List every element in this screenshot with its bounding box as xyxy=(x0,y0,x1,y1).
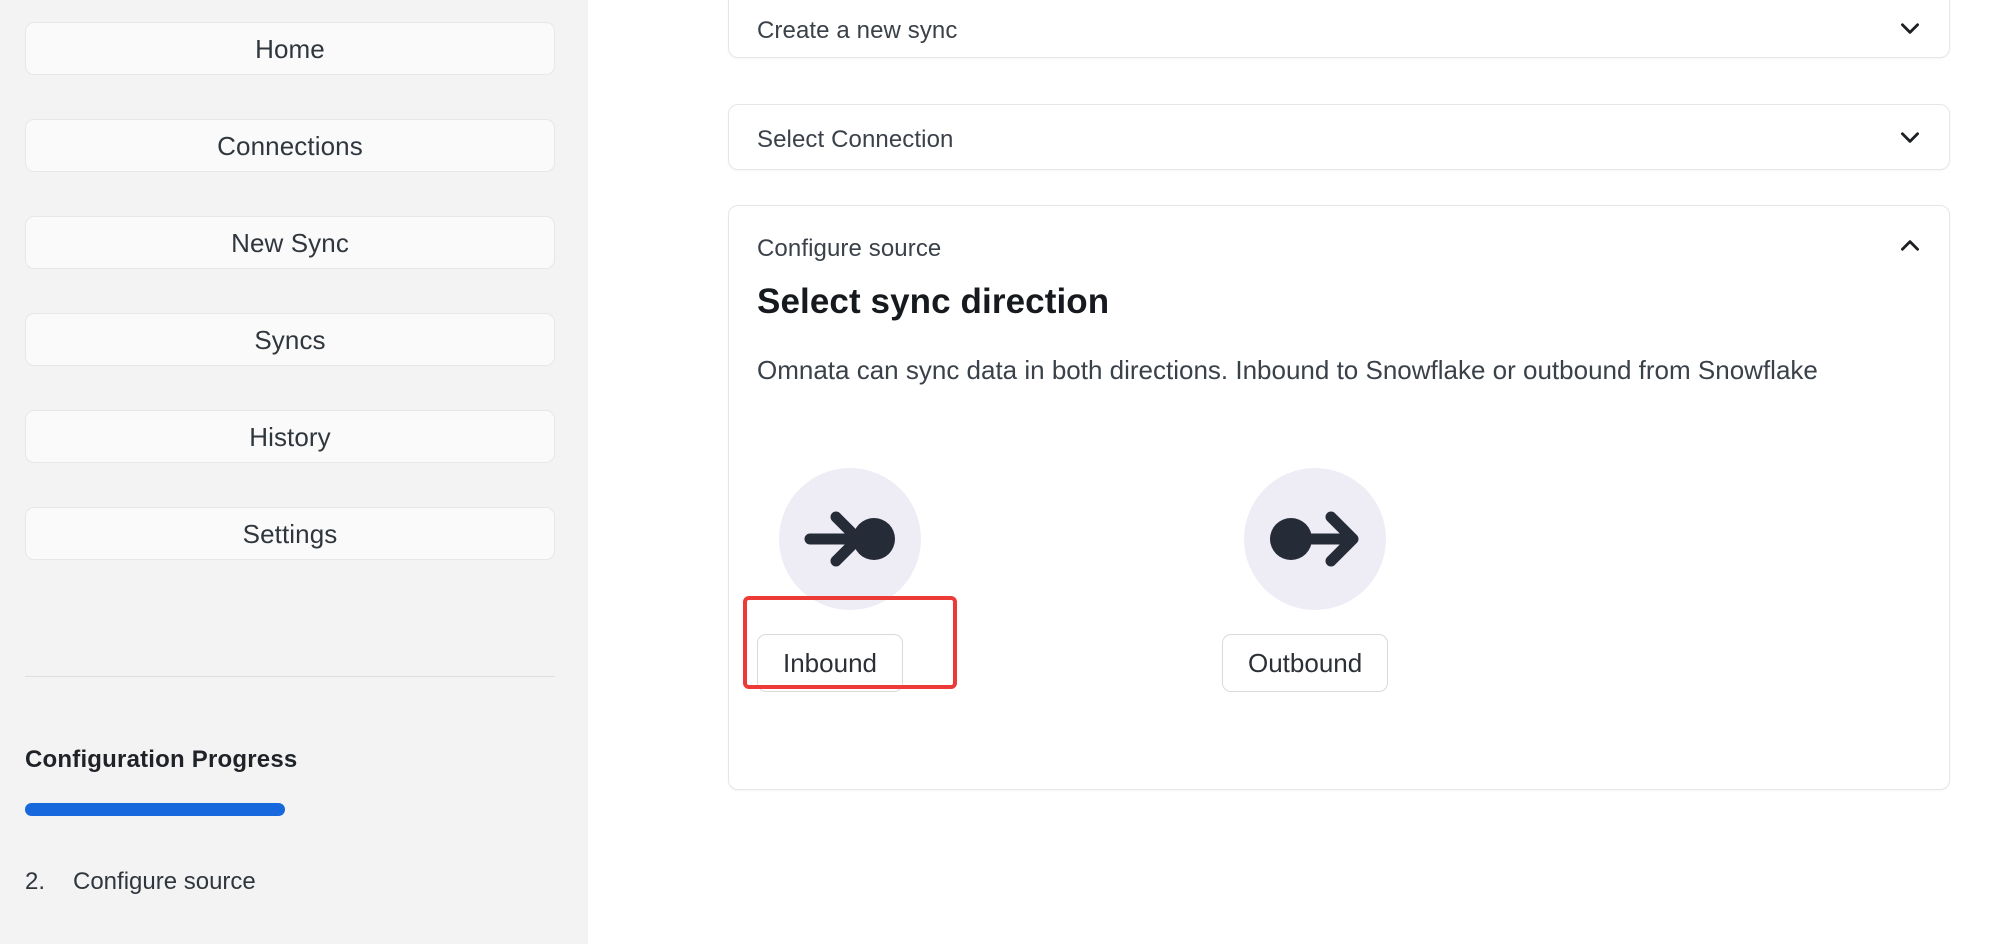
configuration-progress-fill xyxy=(25,803,285,816)
outbound-button[interactable]: Outbound xyxy=(1222,634,1389,692)
main-content: Create a new sync Select Connection Conf… xyxy=(588,0,2000,944)
sidebar-nav: Home Connections New Sync Syncs History … xyxy=(25,22,555,604)
configuration-progress-title: Configuration Progress xyxy=(25,746,298,773)
app-root: Home Connections New Sync Syncs History … xyxy=(0,0,2000,944)
chevron-down-icon[interactable] xyxy=(1897,15,1923,41)
outbound-button-wrap: Outbound xyxy=(1222,610,1389,692)
section-description: Omnata can sync data in both directions.… xyxy=(757,355,1818,385)
sidebar-item-home[interactable]: Home xyxy=(25,22,555,75)
current-step-number: 2. xyxy=(25,868,46,895)
card-configure-source: Configure source Select sync direction O… xyxy=(728,205,1950,790)
sidebar-item-new-sync[interactable]: New Sync xyxy=(25,216,555,269)
sidebar-item-history[interactable]: History xyxy=(25,410,555,463)
sync-direction-option-outbound[interactable]: Outbound xyxy=(1222,468,1389,692)
sidebar-item-syncs[interactable]: Syncs xyxy=(25,313,555,366)
sidebar-item-settings[interactable]: Settings xyxy=(25,507,555,560)
sync-direction-option-inbound[interactable]: Inbound xyxy=(743,468,957,692)
sidebar: Home Connections New Sync Syncs History … xyxy=(0,0,588,944)
sidebar-item-connections[interactable]: Connections xyxy=(25,119,555,172)
current-step: 2. Configure source xyxy=(25,868,256,896)
card-configure-source-label: Configure source xyxy=(757,235,942,262)
card-create-a-new-sync-label: Create a new sync xyxy=(757,17,958,44)
card-select-connection-label: Select Connection xyxy=(757,126,954,153)
chevron-up-icon[interactable] xyxy=(1897,233,1923,259)
chevron-down-icon[interactable] xyxy=(1897,124,1923,150)
current-step-label: Configure source xyxy=(73,868,256,895)
circle-out-arrow-icon xyxy=(1244,468,1386,610)
sync-direction-options: Inbound Outbound xyxy=(729,468,1949,768)
inbound-button-wrap: Inbound xyxy=(743,596,957,692)
inbound-button[interactable]: Inbound xyxy=(757,634,903,692)
arrow-into-circle-icon xyxy=(779,468,921,610)
card-create-a-new-sync[interactable]: Create a new sync xyxy=(728,0,1950,58)
configuration-progress-bar xyxy=(25,803,555,816)
sidebar-divider xyxy=(25,676,555,677)
card-select-connection[interactable]: Select Connection xyxy=(728,104,1950,170)
section-title: Select sync direction xyxy=(757,282,1110,321)
